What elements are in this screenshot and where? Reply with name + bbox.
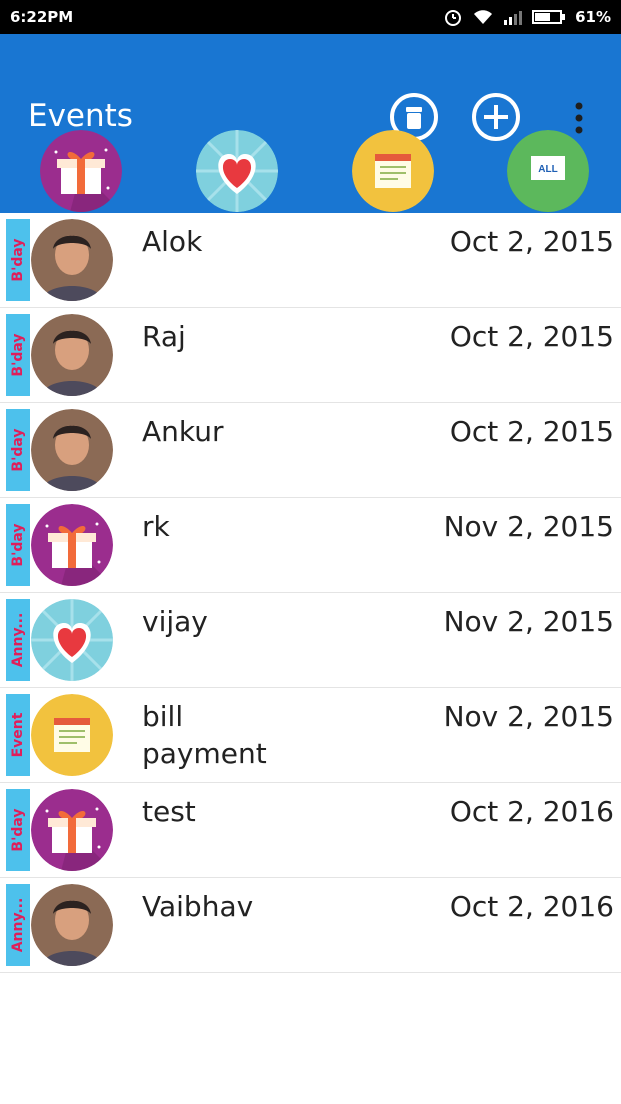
- event-type-tag: B'day: [6, 504, 30, 586]
- notepad-icon: [31, 694, 113, 776]
- event-type-label: Anny...: [10, 612, 26, 668]
- event-type-tag: B'day: [6, 409, 30, 491]
- event-date: Oct 2, 2015: [449, 225, 614, 258]
- event-type-label: B'day: [10, 333, 26, 377]
- event-type-tag: Event: [6, 694, 30, 776]
- event-row[interactable]: B'day Raj Oct 2, 2015: [0, 308, 621, 403]
- event-name: Ankur: [142, 415, 224, 448]
- event-date: Oct 2, 2016: [449, 890, 614, 923]
- event-type-label: B'day: [10, 238, 26, 282]
- avatar: [31, 504, 113, 586]
- event-type-label: Event: [10, 712, 26, 758]
- event-type-label: B'day: [10, 523, 26, 567]
- event-type-tag: Anny...: [6, 884, 30, 966]
- event-row[interactable]: B'day Ankur Oct 2, 2015: [0, 403, 621, 498]
- avatar: [31, 219, 113, 301]
- battery-icon: [532, 10, 566, 24]
- avatar: [31, 314, 113, 396]
- filter-anniversary-button[interactable]: [196, 130, 278, 212]
- event-date: Oct 2, 2015: [449, 320, 614, 353]
- event-row[interactable]: B'day test Oct 2, 2016: [0, 783, 621, 878]
- battery-percent: 61%: [575, 8, 611, 26]
- category-filter-bar: ALL: [0, 130, 621, 213]
- status-time: 6:22PM: [10, 8, 74, 26]
- event-row[interactable]: B'day Alok Oct 2, 2015: [0, 213, 621, 308]
- avatar: [31, 694, 113, 776]
- avatar: [31, 599, 113, 681]
- event-row[interactable]: Anny... Vaibhav Oct 2, 2016: [0, 878, 621, 973]
- event-type-tag: B'day: [6, 219, 30, 301]
- wifi-icon: [474, 10, 493, 24]
- heart-icon: [31, 599, 113, 681]
- page-title: Events: [28, 98, 133, 134]
- filter-all-label: ALL: [538, 164, 557, 175]
- event-name: rk: [142, 510, 170, 543]
- event-type-tag: B'day: [6, 314, 30, 396]
- signal-icon: [504, 11, 523, 25]
- event-type-label: B'day: [10, 808, 26, 852]
- person-photo: [31, 314, 113, 396]
- notepad-icon: [352, 130, 434, 212]
- event-type-label: B'day: [10, 428, 26, 472]
- app-bar: Events ALL: [0, 34, 621, 213]
- event-date: Oct 2, 2016: [449, 795, 614, 828]
- event-type-tag: Anny...: [6, 599, 30, 681]
- event-row[interactable]: Event bill payment Nov 2, 2015: [0, 688, 621, 783]
- event-name: Raj: [142, 320, 186, 353]
- event-type-label: Anny...: [10, 897, 26, 953]
- events-list: B'day Alok Oct 2, 2015 B'day Raj Oct 2, …: [0, 213, 621, 973]
- heart-icon: [196, 130, 278, 212]
- avatar: [31, 789, 113, 871]
- event-date: Nov 2, 2015: [443, 510, 614, 543]
- alarm-icon: [445, 10, 462, 26]
- filter-all-button[interactable]: ALL: [507, 130, 589, 212]
- event-date: Nov 2, 2015: [443, 605, 614, 638]
- avatar: [31, 884, 113, 966]
- event-name: Vaibhav: [142, 890, 254, 923]
- status-bar: 6:22PM 61%: [0, 0, 621, 34]
- gift-icon: [40, 130, 122, 212]
- person-photo: [31, 219, 113, 301]
- filter-event-button[interactable]: [352, 130, 434, 212]
- event-row[interactable]: Anny... vijay Nov 2, 2015: [0, 593, 621, 688]
- all-icon: ALL: [507, 130, 589, 212]
- event-name: vijay: [142, 605, 208, 638]
- person-photo: [31, 884, 113, 966]
- gift-icon: [31, 789, 113, 871]
- event-name: test: [142, 795, 196, 828]
- event-name: Alok: [142, 225, 203, 258]
- filter-birthday-button[interactable]: [40, 130, 122, 212]
- person-photo: [31, 409, 113, 491]
- avatar: [31, 409, 113, 491]
- event-type-tag: B'day: [6, 789, 30, 871]
- event-date: Nov 2, 2015: [443, 700, 614, 733]
- event-row[interactable]: B'day rk Nov 2, 2015: [0, 498, 621, 593]
- event-name: bill payment: [142, 700, 267, 770]
- event-date: Oct 2, 2015: [449, 415, 614, 448]
- gift-icon: [31, 504, 113, 586]
